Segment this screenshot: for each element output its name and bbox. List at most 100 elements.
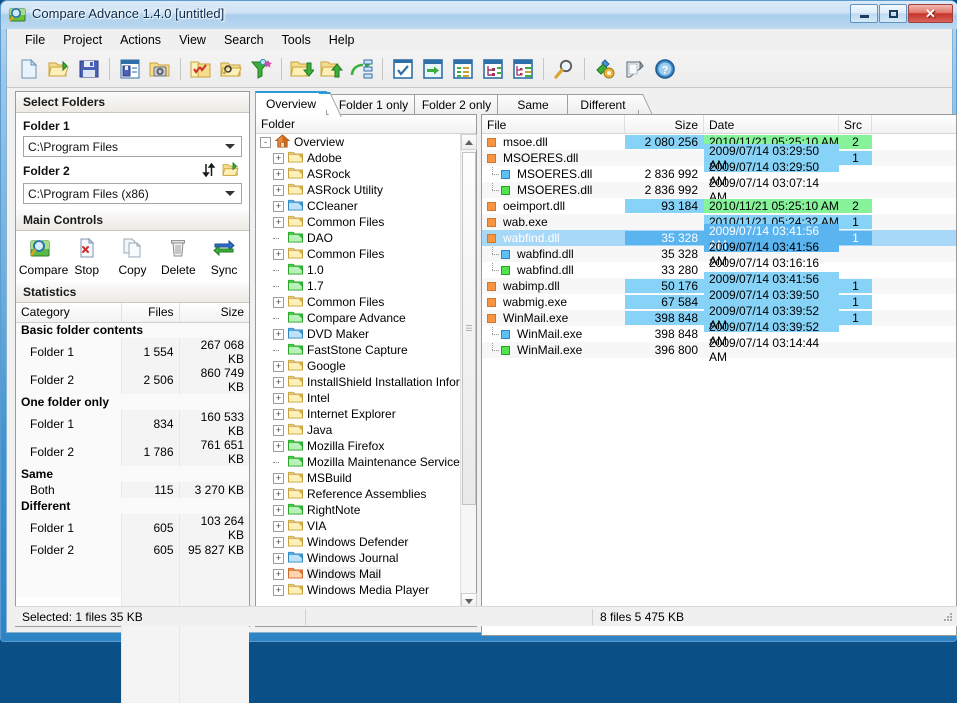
table-row[interactable]: Folder 2 2 506 860 749 KB [16, 366, 249, 394]
tree-node-common-files[interactable]: + Common Files [256, 294, 460, 310]
tree-node-overview[interactable]: - Overview [256, 134, 460, 150]
tree-node-common-files[interactable]: + Common Files [256, 246, 460, 262]
close-button[interactable]: ✕ [908, 4, 953, 23]
tree-expander-icon[interactable]: + [273, 472, 284, 484]
tree-node-mozilla-firefox[interactable]: + Mozilla Firefox [256, 438, 460, 454]
tree-node-internet-explorer[interactable]: + Internet Explorer [256, 406, 460, 422]
tree-expander-icon[interactable]: + [273, 360, 284, 372]
tab-folder-1-only[interactable]: Folder 1 only [331, 94, 430, 115]
tree-node-windows-defender[interactable]: + Windows Defender [256, 534, 460, 550]
tree-node-faststone-capture[interactable]: FastStone Capture [256, 342, 460, 358]
menu-actions[interactable]: Actions [111, 31, 170, 49]
table-row[interactable]: Folder 2 1 786 761 651 KB [16, 438, 249, 466]
menu-help[interactable]: Help [320, 31, 364, 49]
tree-expander-icon[interactable]: + [273, 168, 284, 180]
tree-expander-icon[interactable]: + [273, 584, 284, 596]
table-row[interactable]: Folder 1 605 103 264 KB [16, 514, 249, 542]
swap-folders-icon[interactable] [202, 162, 216, 180]
save-project-button[interactable] [74, 54, 104, 84]
tree-expander-icon[interactable]: + [273, 216, 284, 228]
filter-button[interactable] [246, 54, 276, 84]
tree-view-left-button[interactable] [478, 54, 508, 84]
copy-up-button[interactable] [317, 54, 347, 84]
file-col-src[interactable]: Src [839, 115, 872, 134]
tree-expander-icon[interactable]: + [273, 408, 284, 420]
tree-expander-icon[interactable]: + [273, 328, 284, 340]
tree-node-common-files[interactable]: + Common Files [256, 214, 460, 230]
tree-node-msbuild[interactable]: + MSBuild [256, 470, 460, 486]
sync-tree-button[interactable] [347, 54, 377, 84]
tree-expander-icon[interactable]: + [273, 424, 284, 436]
open-project-button[interactable] [44, 54, 74, 84]
tree-expander-icon[interactable]: + [273, 392, 284, 404]
table-row[interactable]: Folder 1 834 160 533 KB [16, 410, 249, 438]
tab-different[interactable]: Different [567, 94, 653, 115]
tree-vertical-scrollbar[interactable]: ☰ [460, 134, 477, 609]
file-row[interactable]: MSOERES.dll 2 836 992 2009/07/14 03:07:14 … [482, 176, 956, 204]
scroll-up-button[interactable] [461, 134, 477, 150]
table-row[interactable]: Both 115 3 270 KB [16, 482, 249, 498]
tree-expander-icon[interactable]: + [273, 440, 284, 452]
maximize-button[interactable] [879, 4, 907, 23]
stats-col-category[interactable]: Category [16, 303, 122, 323]
tree-expander-icon[interactable]: - [260, 136, 271, 148]
tree-node-via[interactable]: + VIA [256, 518, 460, 534]
tree-expander-icon[interactable]: + [273, 488, 284, 500]
menu-tools[interactable]: Tools [273, 31, 320, 49]
table-row[interactable]: One folder only [16, 394, 249, 410]
minimize-button[interactable] [850, 4, 878, 23]
move-panel-button[interactable] [418, 54, 448, 84]
sync-button[interactable]: Sync [202, 235, 246, 280]
tab-folder-2-only[interactable]: Folder 2 only [414, 94, 513, 115]
stop-button[interactable]: Stop [65, 235, 109, 280]
tree-node-asrock-utility[interactable]: + ASRock Utility [256, 182, 460, 198]
table-row[interactable]: Basic folder contents [16, 322, 249, 338]
tree-scroll-thumb[interactable]: ☰ [462, 152, 476, 505]
file-col-date[interactable]: Date [704, 115, 839, 134]
file-row[interactable]: oeimport.dll 93 184 2010/11/21 05:25:10 AM… [482, 198, 956, 214]
browse-folder-icon[interactable] [222, 161, 239, 180]
copy-button[interactable]: Copy [110, 235, 154, 280]
tree-col-folder[interactable]: Folder [256, 115, 476, 134]
tree-node-asrock[interactable]: + ASRock [256, 166, 460, 182]
tree-expander-icon[interactable]: + [273, 520, 284, 532]
check-all-button[interactable] [388, 54, 418, 84]
folder-tree[interactable]: - Overview + Adobe + ASRock + ASRock Utility + CC… [256, 134, 460, 609]
tree-expander-icon[interactable]: + [273, 296, 284, 308]
tree-node-google[interactable]: + Google [256, 358, 460, 374]
tree-node-ccleaner[interactable]: + CCleaner [256, 198, 460, 214]
new-project-button[interactable] [14, 54, 44, 84]
file-row[interactable]: WinMail.exe 396 800 2009/07/14 03:14:44 AM [482, 336, 956, 364]
browse-folder-button[interactable] [216, 54, 246, 84]
notes-button[interactable] [620, 54, 650, 84]
table-row[interactable]: Folder 2 605 95 827 KB [16, 542, 249, 558]
tree-node-1-0[interactable]: 1.0 [256, 262, 460, 278]
tree-expander-icon[interactable]: + [273, 504, 284, 516]
tree-node-compare-advance[interactable]: Compare Advance [256, 310, 460, 326]
tree-node-mozilla-maintenance-service[interactable]: Mozilla Maintenance Service [256, 454, 460, 470]
folder2-combo[interactable]: C:\Program Files (x86) [23, 183, 242, 204]
copy-down-button[interactable] [287, 54, 317, 84]
tree-node-java[interactable]: + Java [256, 422, 460, 438]
tree-node-dao[interactable]: DAO [256, 230, 460, 246]
tree-expander-icon[interactable]: + [273, 376, 284, 388]
search-button[interactable] [549, 54, 579, 84]
stats-col-size[interactable]: Size [179, 303, 249, 323]
file-col-size[interactable]: Size [625, 115, 704, 134]
select-folder-checked-button[interactable] [186, 54, 216, 84]
folder1-combo[interactable]: C:\Program Files [23, 136, 242, 157]
tab-overview[interactable]: Overview [255, 91, 342, 117]
load-snapshot-button[interactable] [145, 54, 175, 84]
tree-node-rightnote[interactable]: + RightNote [256, 502, 460, 518]
tree-expander-icon[interactable]: + [273, 568, 284, 580]
stats-col-files[interactable]: Files [121, 303, 180, 323]
menu-file[interactable]: File [16, 31, 54, 49]
list-view-button[interactable] [448, 54, 478, 84]
table-row[interactable]: Folder 1 1 554 267 068 KB [16, 338, 249, 366]
tree-node-intel[interactable]: + Intel [256, 390, 460, 406]
delete-button[interactable]: Delete [156, 235, 200, 280]
tree-node-windows-mail[interactable]: + Windows Mail [256, 566, 460, 582]
tree-expander-icon[interactable]: + [273, 248, 284, 260]
table-row[interactable]: Different [16, 498, 249, 514]
tree-node-dvd-maker[interactable]: + DVD Maker [256, 326, 460, 342]
